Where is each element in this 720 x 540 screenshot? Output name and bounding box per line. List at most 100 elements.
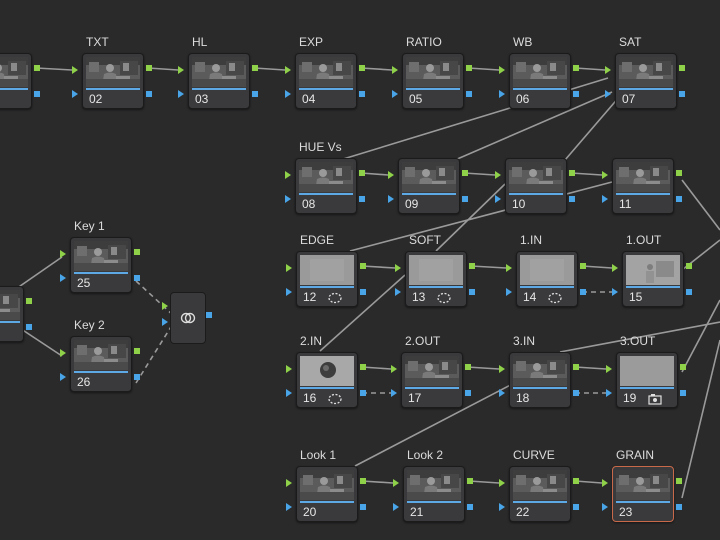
rgb-output-pin[interactable] — [573, 364, 579, 370]
rgb-output-pin[interactable] — [466, 65, 472, 71]
key-input-pin[interactable] — [602, 503, 608, 511]
rgb-input-pin[interactable] — [286, 264, 292, 272]
rgb-output-pin[interactable] — [686, 263, 692, 269]
rgb-input-pin[interactable] — [72, 66, 78, 74]
rgb-input-pin[interactable] — [605, 66, 611, 74]
key-input-pin[interactable] — [178, 90, 184, 98]
rgb-input-pin[interactable] — [495, 171, 501, 179]
key-input-pin[interactable] — [395, 288, 401, 296]
node-ratio[interactable]: 05 — [402, 53, 464, 109]
rgb-output-pin[interactable] — [360, 263, 366, 269]
node-soft[interactable]: 13 — [405, 251, 467, 307]
key-input-pin[interactable] — [392, 90, 398, 98]
key-input-pin[interactable] — [612, 288, 618, 296]
rgb-output-pin[interactable] — [679, 65, 685, 71]
node-look2[interactable]: 21 — [403, 466, 465, 522]
rgb-input-pin[interactable] — [60, 349, 66, 357]
rgb-output-pin[interactable] — [680, 364, 686, 370]
rgb-input-pin[interactable] — [285, 171, 291, 179]
rgb-input-pin[interactable] — [388, 171, 394, 179]
key-output-pin[interactable] — [360, 390, 366, 396]
node-key1[interactable]: 25 — [70, 237, 132, 293]
node-sat[interactable]: 07 — [615, 53, 677, 109]
key-input-pin[interactable] — [162, 318, 168, 326]
key-input-pin[interactable] — [499, 503, 505, 511]
key-output-pin[interactable] — [359, 196, 365, 202]
rgb-input-pin[interactable] — [395, 264, 401, 272]
node-out2[interactable]: 17 — [401, 352, 463, 408]
node-exp[interactable]: 04 — [295, 53, 357, 109]
key-output-pin[interactable] — [146, 91, 152, 97]
rgb-output-pin[interactable] — [573, 65, 579, 71]
key-output-pin[interactable] — [206, 312, 212, 318]
node-look1[interactable]: 20 — [296, 466, 358, 522]
rgb-output-pin[interactable] — [462, 170, 468, 176]
node-grain[interactable]: 23 — [612, 466, 674, 522]
rgb-output-pin[interactable] — [676, 170, 682, 176]
key-input-pin[interactable] — [60, 373, 66, 381]
key-output-pin[interactable] — [359, 91, 365, 97]
rgb-output-pin[interactable] — [252, 65, 258, 71]
rgb-output-pin[interactable] — [359, 170, 365, 176]
rgb-input-pin[interactable] — [178, 66, 184, 74]
rgb-output-pin[interactable] — [676, 478, 682, 484]
key-output-pin[interactable] — [686, 289, 692, 295]
rgb-output-pin[interactable] — [146, 65, 152, 71]
key-input-pin[interactable] — [602, 195, 608, 203]
rgb-output-pin[interactable] — [580, 263, 586, 269]
rgb-input-pin[interactable] — [499, 365, 505, 373]
node-txt[interactable]: 02 — [82, 53, 144, 109]
key-input-pin[interactable] — [499, 389, 505, 397]
key-mixer-node[interactable] — [170, 292, 206, 344]
rgb-output-pin[interactable] — [569, 170, 575, 176]
node-in2[interactable]: 16 — [296, 352, 358, 408]
rgb-output-pin[interactable] — [467, 478, 473, 484]
key-input-pin[interactable] — [606, 389, 612, 397]
rgb-output-pin[interactable] — [359, 65, 365, 71]
key-input-pin[interactable] — [605, 90, 611, 98]
key-output-pin[interactable] — [580, 289, 586, 295]
rgb-output-pin[interactable] — [360, 364, 366, 370]
rgb-input-pin[interactable] — [60, 250, 66, 258]
node-edge[interactable]: 12 — [296, 251, 358, 307]
key-output-pin[interactable] — [573, 91, 579, 97]
rgb-output-pin[interactable] — [134, 348, 140, 354]
rgb-output-pin[interactable] — [34, 65, 40, 71]
rgb-input-pin[interactable] — [606, 365, 612, 373]
key-output-pin[interactable] — [676, 196, 682, 202]
node-n09[interactable]: 09 — [398, 158, 460, 214]
rgb-input-pin[interactable] — [506, 264, 512, 272]
key-output-pin[interactable] — [465, 390, 471, 396]
node-in1[interactable]: 14 — [516, 251, 578, 307]
node-in3[interactable]: 18 — [509, 352, 571, 408]
rgb-input-pin[interactable] — [286, 479, 292, 487]
node-graph-canvas[interactable]: TXT 02 HL 03 EXP 04 RATIO 05 WB 06 SAT 0… — [0, 0, 720, 540]
rgb-output-pin[interactable] — [360, 478, 366, 484]
rgb-input-pin[interactable] — [393, 479, 399, 487]
key-input-pin[interactable] — [495, 195, 501, 203]
key-input-pin[interactable] — [393, 503, 399, 511]
rgb-input-pin[interactable] — [162, 302, 168, 310]
key-output-pin[interactable] — [34, 91, 40, 97]
node-out1[interactable]: 15 — [622, 251, 684, 307]
key-input-pin[interactable] — [391, 389, 397, 397]
key-input-pin[interactable] — [285, 195, 291, 203]
key-output-pin[interactable] — [573, 390, 579, 396]
key-input-pin[interactable] — [72, 90, 78, 98]
rgb-output-pin[interactable] — [465, 364, 471, 370]
rgb-input-pin[interactable] — [602, 479, 608, 487]
key-output-pin[interactable] — [462, 196, 468, 202]
node-curve[interactable]: 22 — [509, 466, 571, 522]
key-output-pin[interactable] — [680, 390, 686, 396]
key-output-pin[interactable] — [252, 91, 258, 97]
key-output-pin[interactable] — [467, 504, 473, 510]
rgb-input-pin[interactable] — [285, 66, 291, 74]
node-out3[interactable]: 19 — [616, 352, 678, 408]
rgb-input-pin[interactable] — [499, 479, 505, 487]
node-wb[interactable]: 06 — [509, 53, 571, 109]
rgb-output-pin[interactable] — [26, 298, 32, 304]
key-output-pin[interactable] — [466, 91, 472, 97]
key-output-pin[interactable] — [469, 289, 475, 295]
rgb-input-pin[interactable] — [602, 171, 608, 179]
key-input-pin[interactable] — [60, 274, 66, 282]
